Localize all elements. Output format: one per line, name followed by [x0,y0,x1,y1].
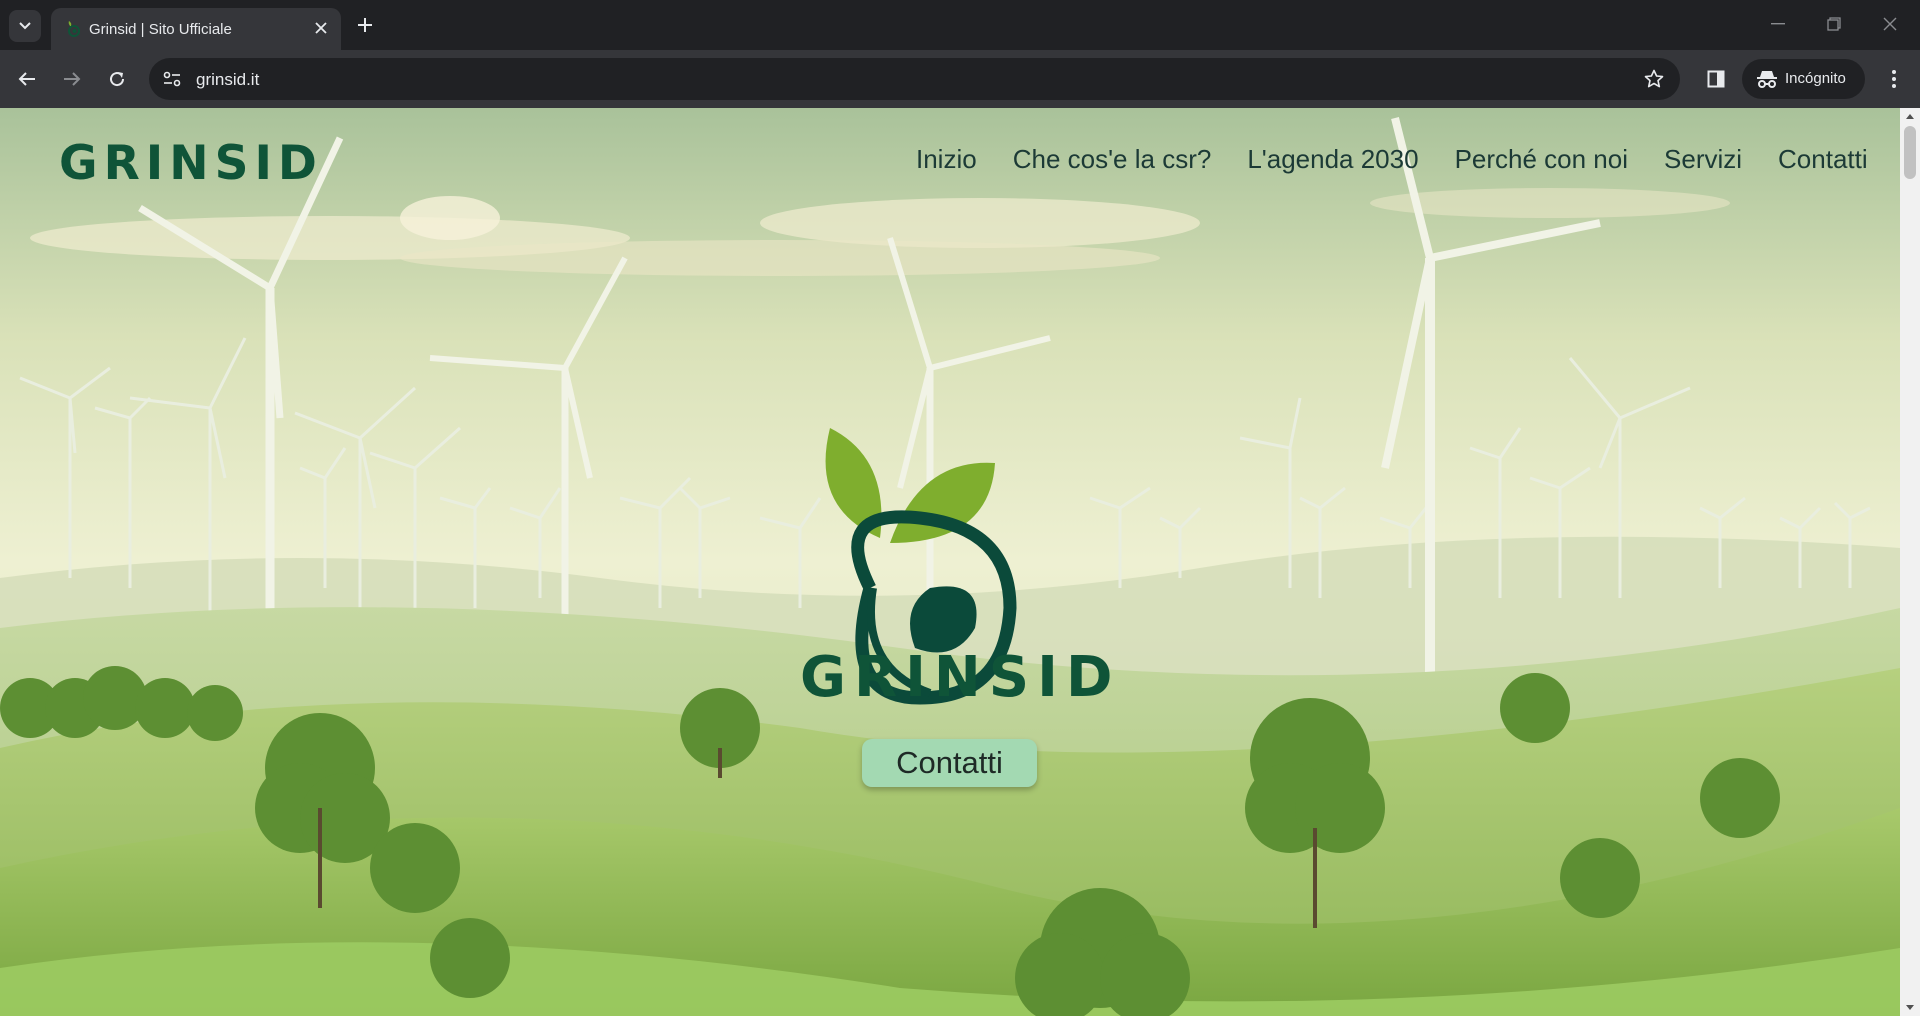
scroll-down-icon[interactable] [1905,1002,1915,1012]
hero-brand: GRINSID [800,645,1121,710]
site-info-button[interactable] [159,66,185,92]
nav-link-csr[interactable]: Che cos'e la csr? [995,144,1230,184]
menu-icon [1892,70,1896,88]
forward-button[interactable] [56,63,88,95]
new-tab-icon [358,18,372,32]
minimize-icon [1771,23,1785,25]
site-logo[interactable]: GRINSID [59,136,323,191]
minimize-button[interactable] [1750,6,1806,42]
close-tab-button[interactable] [311,18,331,38]
bookmark-button[interactable] [1642,67,1666,91]
nav-link-agenda[interactable]: L'agenda 2030 [1229,144,1436,184]
browser-toolbar: grinsid.it Incógnito [0,50,1920,108]
back-icon [18,72,35,86]
nav-link-servizi[interactable]: Servizi [1646,144,1760,184]
close-window-button[interactable] [1862,6,1918,42]
scroll-up-icon[interactable] [1905,112,1915,122]
site-nav: Inizio Che cos'e la csr? L'agenda 2030 P… [898,144,1886,184]
incognito-label: Incógnito [1785,70,1846,87]
nav-link-perche[interactable]: Perché con noi [1437,144,1646,184]
restore-icon [1827,17,1841,31]
bookmark-star-icon [1644,69,1664,88]
close-window-icon [1883,17,1897,31]
tab-strip: Grinsid | Sito Ufficiale [0,0,1920,50]
reload-icon [110,72,125,87]
restore-button[interactable] [1806,6,1862,42]
favicon-icon [68,21,80,37]
forward-icon [64,72,81,86]
back-button[interactable] [11,63,43,95]
tab-search-icon [19,22,31,30]
scrollbar-thumb[interactable] [1904,126,1916,179]
close-tab-icon [315,22,327,34]
hero-background [0,108,1900,1016]
incognito-icon [1757,71,1777,88]
active-tab[interactable]: Grinsid | Sito Ufficiale [51,8,341,50]
address-bar[interactable]: grinsid.it [149,58,1680,100]
tab-search-button[interactable] [9,10,41,42]
side-panel-button[interactable] [1700,63,1732,95]
browser-menu-button[interactable] [1878,63,1910,95]
page-scrollbar[interactable] [1900,108,1920,1016]
new-tab-button[interactable] [351,11,379,39]
side-panel-icon [1707,70,1725,88]
reload-button[interactable] [101,63,133,95]
site-info-icon [163,71,181,87]
nav-link-contatti[interactable]: Contatti [1760,144,1886,184]
contatti-button[interactable]: Contatti [862,739,1037,787]
incognito-badge[interactable]: Incógnito [1742,59,1865,99]
page-viewport: GRINSID Inizio Che cos'e la csr? L'agend… [0,108,1900,1016]
nav-link-inizio[interactable]: Inizio [898,144,995,184]
url-text[interactable]: grinsid.it [196,70,259,90]
tab-title: Grinsid | Sito Ufficiale [89,21,232,38]
